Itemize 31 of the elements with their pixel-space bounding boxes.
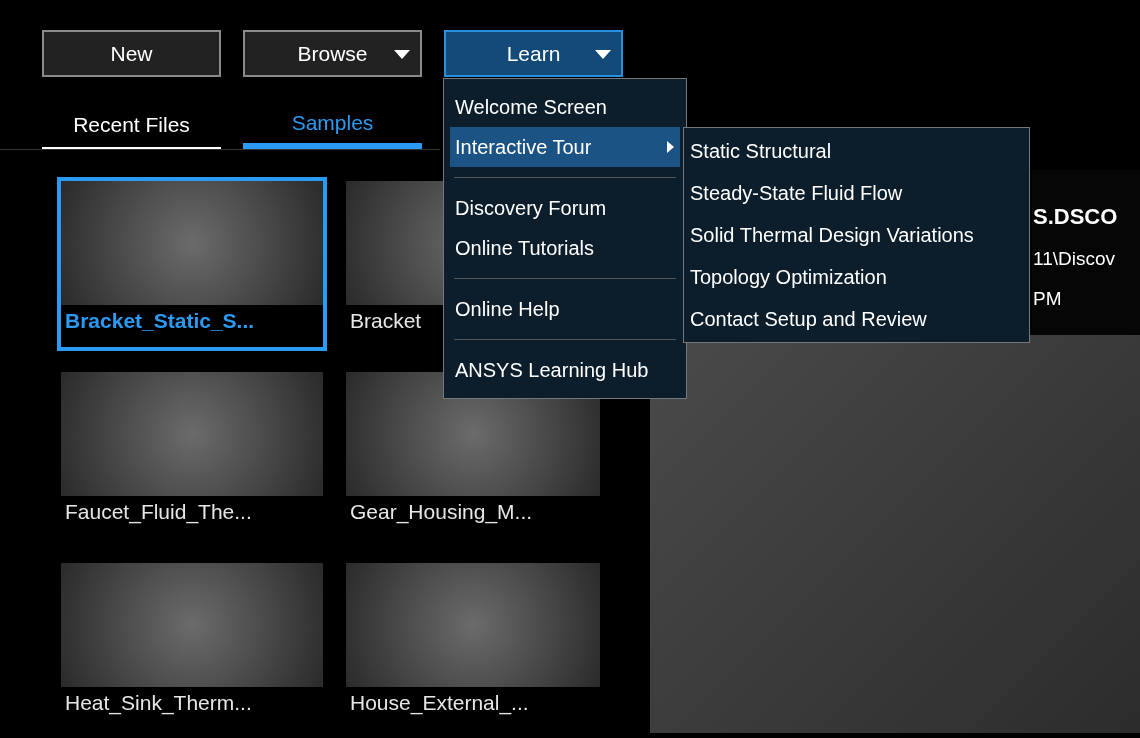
menu-item[interactable]: Topology Optimization <box>684 256 1029 298</box>
menu-item[interactable]: Welcome Screen <box>450 87 680 127</box>
toolbar-button[interactable]: Learn <box>444 30 623 77</box>
caret-icon <box>595 50 611 60</box>
menu-item[interactable]: Solid Thermal Design Variations <box>684 214 1029 256</box>
file-title: S.DSCO <box>1033 202 1119 231</box>
menu-item[interactable]: Static Structural <box>684 130 1029 172</box>
sample-name: Faucet_Fluid_The... <box>64 498 253 526</box>
menu-item[interactable]: Interactive Tour <box>450 127 680 167</box>
file-path: 11\Discov <box>1033 246 1116 271</box>
toolbar-button[interactable]: New <box>42 30 221 77</box>
toolbar-button[interactable]: Browse <box>243 30 422 77</box>
tab[interactable]: Recent Files <box>42 107 221 149</box>
tab[interactable]: Samples <box>243 107 422 149</box>
sample-name: Gear_Housing_M... <box>349 498 534 526</box>
menu-item[interactable]: Steady-State Fluid Flow <box>684 172 1029 214</box>
sample-name: Bracket <box>349 307 423 334</box>
caret-icon <box>394 50 410 60</box>
menu-item[interactable]: Online Tutorials <box>450 228 680 268</box>
menu-item[interactable]: ANSYS Learning Hub <box>450 350 680 390</box>
sample-tile[interactable]: Faucet_Fluid_The... <box>57 367 327 542</box>
menu-item[interactable]: Discovery Forum <box>450 188 680 228</box>
menu-item[interactable]: Contact Setup and Review <box>684 298 1029 340</box>
sample-tile[interactable]: Heat_Sink_Therm... <box>57 558 327 733</box>
sample-name: House_External_... <box>349 689 530 717</box>
sample-tile[interactable]: Bracket_Static_S... <box>57 176 327 351</box>
saved-time: PM <box>1033 287 1063 311</box>
menu-item[interactable]: Online Help <box>450 289 680 329</box>
sample-tile[interactable]: House_External_... <box>342 558 604 733</box>
sample-name: Bracket_Static_S... <box>64 307 256 334</box>
sample-name: Heat_Sink_Therm... <box>64 689 253 717</box>
